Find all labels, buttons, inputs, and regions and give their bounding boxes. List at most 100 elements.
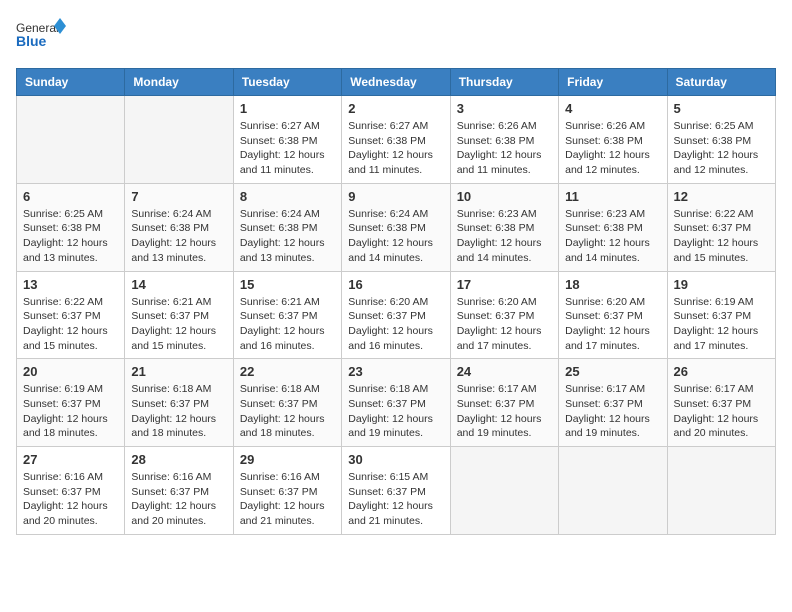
day-info: Sunrise: 6:20 AM Sunset: 6:37 PM Dayligh… — [348, 295, 443, 354]
day-info: Sunrise: 6:25 AM Sunset: 6:38 PM Dayligh… — [674, 119, 769, 178]
day-number: 8 — [240, 189, 335, 204]
calendar-cell: 3 Sunrise: 6:26 AM Sunset: 6:38 PM Daylig… — [450, 96, 558, 184]
calendar-cell: 26Sunrise: 6:17 AM Sunset: 6:37 PM Dayli… — [667, 359, 775, 447]
calendar-cell: 12 Sunrise: 6:22 AM Sunset: 6:37 PM Dayli… — [667, 183, 775, 271]
calendar-cell: 16 Sunrise: 6:20 AM Sunset: 6:37 PM Dayli… — [342, 271, 450, 359]
day-number: 30 — [348, 452, 443, 467]
day-info: Sunrise: 6:16 AM Sunset: 6:37 PM Dayligh… — [240, 470, 335, 529]
calendar-cell: 7 Sunrise: 6:24 AM Sunset: 6:38 PM Daylig… — [125, 183, 233, 271]
day-info: Sunrise: 6:26 AM Sunset: 6:38 PM Dayligh… — [457, 119, 552, 178]
logo-svg: General Blue — [16, 16, 66, 58]
calendar-week-row: 27 Sunrise: 6:16 AM Sunset: 6:37 PM Dayli… — [17, 447, 776, 535]
calendar-cell: 2Sunrise: 6:27 AM Sunset: 6:38 PM Daylig… — [342, 96, 450, 184]
day-info: Sunrise: 6:20 AM Sunset: 6:37 PM Dayligh… — [457, 295, 552, 354]
calendar-cell: 18 Sunrise: 6:20 AM Sunset: 6:37 PM Dayli… — [559, 271, 667, 359]
day-info: Sunrise: 6:27 AM Sunset: 6:38 PM Dayligh… — [240, 119, 335, 178]
calendar-cell: 5 Sunrise: 6:25 AM Sunset: 6:38 PM Daylig… — [667, 96, 775, 184]
day-info: Sunrise: 6:18 AM Sunset: 6:37 PM Dayligh… — [240, 382, 335, 441]
calendar-cell: 29 Sunrise: 6:16 AM Sunset: 6:37 PM Dayli… — [233, 447, 341, 535]
day-number: 3 — [457, 101, 552, 116]
day-number: 29 — [240, 452, 335, 467]
day-number: 28 — [131, 452, 226, 467]
day-number: 14 — [131, 277, 226, 292]
page-header: General Blue — [16, 16, 776, 58]
day-number: 18 — [565, 277, 660, 292]
day-info: Sunrise: 6:23 AM Sunset: 6:38 PM Dayligh… — [457, 207, 552, 266]
day-number: 22 — [240, 364, 335, 379]
calendar-cell: 10 Sunrise: 6:23 AM Sunset: 6:38 PM Dayli… — [450, 183, 558, 271]
day-info: Sunrise: 6:22 AM Sunset: 6:37 PM Dayligh… — [674, 207, 769, 266]
day-number: 21 — [131, 364, 226, 379]
day-number: 9 — [348, 189, 443, 204]
calendar-cell — [450, 447, 558, 535]
day-info: Sunrise: 6:20 AM Sunset: 6:37 PM Dayligh… — [565, 295, 660, 354]
day-info: Sunrise: 6:18 AM Sunset: 6:37 PM Dayligh… — [131, 382, 226, 441]
column-header-sunday: Sunday — [17, 69, 125, 96]
calendar-cell: 13Sunrise: 6:22 AM Sunset: 6:37 PM Dayli… — [17, 271, 125, 359]
day-info: Sunrise: 6:24 AM Sunset: 6:38 PM Dayligh… — [348, 207, 443, 266]
day-number: 25 — [565, 364, 660, 379]
calendar-cell: 6 Sunrise: 6:25 AM Sunset: 6:38 PM Daylig… — [17, 183, 125, 271]
calendar-week-row: 1 Sunrise: 6:27 AM Sunset: 6:38 PM Daylig… — [17, 96, 776, 184]
logo: General Blue — [16, 16, 66, 58]
day-number: 24 — [457, 364, 552, 379]
day-number: 5 — [674, 101, 769, 116]
column-header-monday: Monday — [125, 69, 233, 96]
calendar-cell — [17, 96, 125, 184]
calendar-cell: 14 Sunrise: 6:21 AM Sunset: 6:37 PM Dayli… — [125, 271, 233, 359]
day-info: Sunrise: 6:17 AM Sunset: 6:37 PM Dayligh… — [457, 382, 552, 441]
day-number: 6 — [23, 189, 118, 204]
calendar-cell: 17 Sunrise: 6:20 AM Sunset: 6:37 PM Dayli… — [450, 271, 558, 359]
calendar-week-row: 13Sunrise: 6:22 AM Sunset: 6:37 PM Dayli… — [17, 271, 776, 359]
day-info: Sunrise: 6:23 AM Sunset: 6:38 PM Dayligh… — [565, 207, 660, 266]
calendar-cell: 27 Sunrise: 6:16 AM Sunset: 6:37 PM Dayli… — [17, 447, 125, 535]
column-header-thursday: Thursday — [450, 69, 558, 96]
calendar-cell: 19 Sunrise: 6:19 AM Sunset: 6:37 PM Dayli… — [667, 271, 775, 359]
day-number: 11 — [565, 189, 660, 204]
day-info: Sunrise: 6:21 AM Sunset: 6:37 PM Dayligh… — [131, 295, 226, 354]
day-number: 4 — [565, 101, 660, 116]
calendar-header-row: SundayMondayTuesdayWednesdayThursdayFrid… — [17, 69, 776, 96]
column-header-friday: Friday — [559, 69, 667, 96]
day-number: 17 — [457, 277, 552, 292]
day-number: 19 — [674, 277, 769, 292]
column-header-wednesday: Wednesday — [342, 69, 450, 96]
calendar-cell: 28 Sunrise: 6:16 AM Sunset: 6:37 PM Dayli… — [125, 447, 233, 535]
calendar-table: SundayMondayTuesdayWednesdayThursdayFrid… — [16, 68, 776, 535]
day-info: Sunrise: 6:25 AM Sunset: 6:38 PM Dayligh… — [23, 207, 118, 266]
calendar-cell — [559, 447, 667, 535]
day-number: 12 — [674, 189, 769, 204]
calendar-cell: 8 Sunrise: 6:24 AM Sunset: 6:38 PM Daylig… — [233, 183, 341, 271]
calendar-cell: 21 Sunrise: 6:18 AM Sunset: 6:37 PM Dayli… — [125, 359, 233, 447]
day-number: 10 — [457, 189, 552, 204]
day-number: 23 — [348, 364, 443, 379]
calendar-week-row: 6 Sunrise: 6:25 AM Sunset: 6:38 PM Daylig… — [17, 183, 776, 271]
day-number: 15 — [240, 277, 335, 292]
day-number: 13 — [23, 277, 118, 292]
day-info: Sunrise: 6:24 AM Sunset: 6:38 PM Dayligh… — [240, 207, 335, 266]
day-number: 20 — [23, 364, 118, 379]
calendar-cell: 15Sunrise: 6:21 AM Sunset: 6:37 PM Dayli… — [233, 271, 341, 359]
day-number: 16 — [348, 277, 443, 292]
day-info: Sunrise: 6:19 AM Sunset: 6:37 PM Dayligh… — [23, 382, 118, 441]
day-number: 27 — [23, 452, 118, 467]
day-info: Sunrise: 6:16 AM Sunset: 6:37 PM Dayligh… — [23, 470, 118, 529]
day-info: Sunrise: 6:16 AM Sunset: 6:37 PM Dayligh… — [131, 470, 226, 529]
calendar-cell: 20 Sunrise: 6:19 AM Sunset: 6:37 PM Dayli… — [17, 359, 125, 447]
day-info: Sunrise: 6:18 AM Sunset: 6:37 PM Dayligh… — [348, 382, 443, 441]
calendar-cell: 11 Sunrise: 6:23 AM Sunset: 6:38 PM Dayli… — [559, 183, 667, 271]
calendar-cell: 1 Sunrise: 6:27 AM Sunset: 6:38 PM Daylig… — [233, 96, 341, 184]
day-number: 1 — [240, 101, 335, 116]
day-info: Sunrise: 6:27 AM Sunset: 6:38 PM Dayligh… — [348, 119, 443, 178]
calendar-cell: 4 Sunrise: 6:26 AM Sunset: 6:38 PM Daylig… — [559, 96, 667, 184]
calendar-cell: 9 Sunrise: 6:24 AM Sunset: 6:38 PM Daylig… — [342, 183, 450, 271]
calendar-cell: 24 Sunrise: 6:17 AM Sunset: 6:37 PM Dayli… — [450, 359, 558, 447]
day-info: Sunrise: 6:26 AM Sunset: 6:38 PM Dayligh… — [565, 119, 660, 178]
svg-text:Blue: Blue — [16, 33, 47, 49]
calendar-cell: 25Sunrise: 6:17 AM Sunset: 6:37 PM Dayli… — [559, 359, 667, 447]
day-info: Sunrise: 6:24 AM Sunset: 6:38 PM Dayligh… — [131, 207, 226, 266]
day-number: 7 — [131, 189, 226, 204]
day-number: 26 — [674, 364, 769, 379]
calendar-cell — [125, 96, 233, 184]
day-info: Sunrise: 6:19 AM Sunset: 6:37 PM Dayligh… — [674, 295, 769, 354]
